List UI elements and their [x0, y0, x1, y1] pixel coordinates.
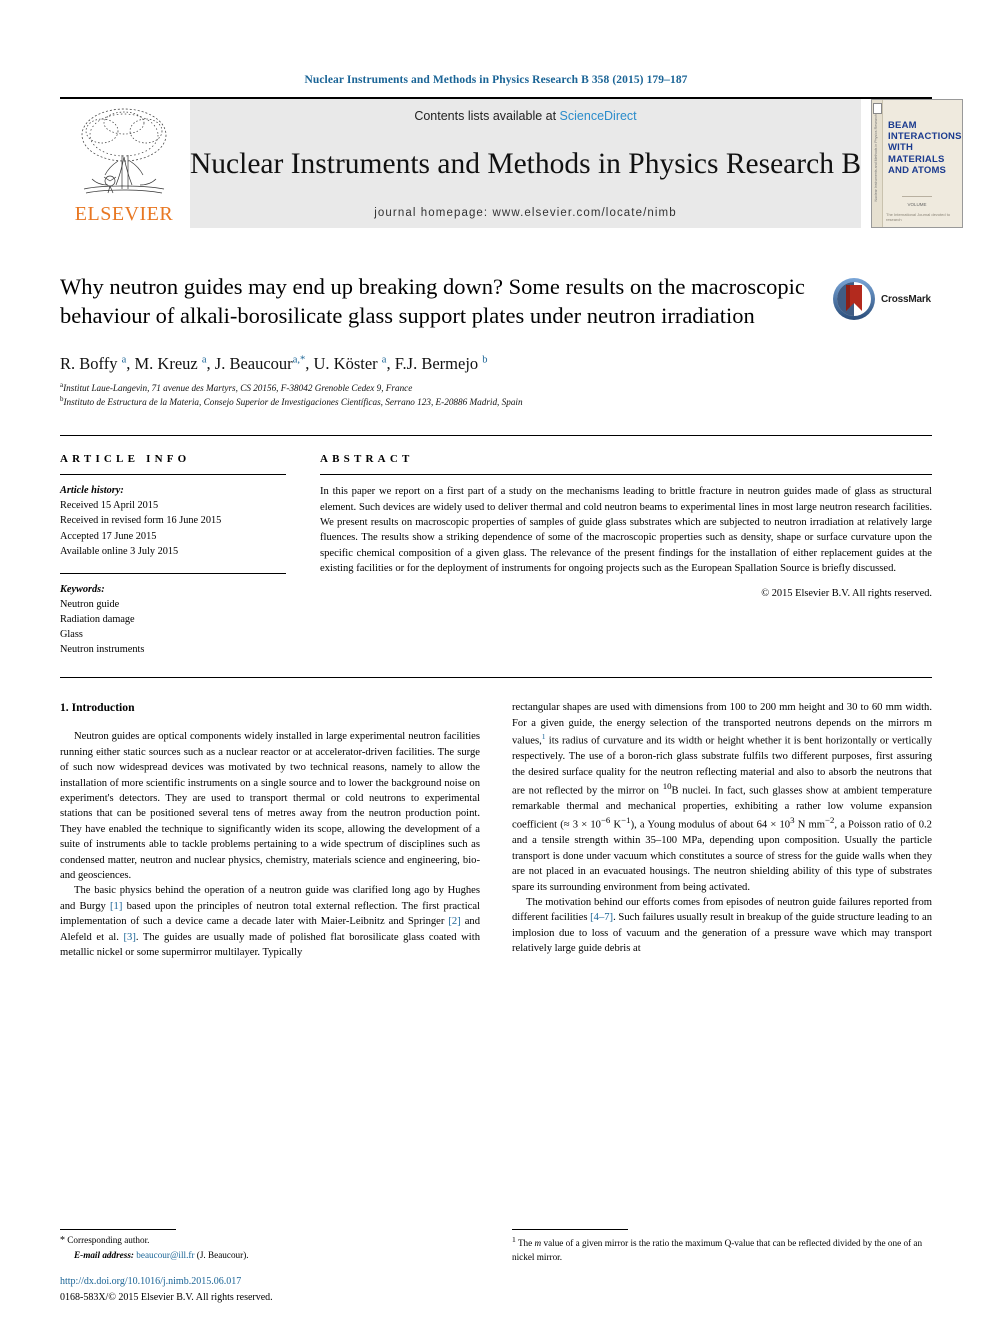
- keyword-item: Neutron guide: [60, 598, 120, 610]
- article-history-group: Article history: Received 15 April 2015 …: [60, 475, 286, 559]
- history-item: Accepted 17 June 2015: [60, 530, 157, 542]
- cover-line-4: MATERIALS: [888, 153, 945, 165]
- journal-cover-thumbnail: Nuclear Instruments and Methods in Physi…: [871, 99, 963, 228]
- masthead-center: Contents lists available at ScienceDirec…: [190, 99, 861, 228]
- cover-footer-text: The International Journal devoted to res…: [886, 212, 951, 222]
- journal-homepage[interactable]: journal homepage: www.elsevier.com/locat…: [374, 207, 676, 219]
- crossmark-icon: [833, 278, 875, 320]
- history-item: Received 15 April 2015: [60, 500, 159, 512]
- cover-line-5: AND ATOMS: [888, 164, 947, 176]
- history-item: Available online 3 July 2015: [60, 545, 179, 557]
- article-history-label: Article history:: [60, 485, 124, 497]
- journal-title: Nuclear Instruments and Methods in Physi…: [190, 148, 861, 181]
- elsevier-logo: ELSEVIER: [60, 99, 188, 228]
- cover-elsevier-mark-icon: [873, 103, 882, 114]
- email-link[interactable]: beaucour@ill.fr: [136, 1250, 194, 1260]
- footnote-rule-left: [60, 1229, 176, 1231]
- keyword-item: Radiation damage: [60, 614, 135, 626]
- page-title: Why neutron guides may end up breaking d…: [60, 274, 805, 329]
- info-abstract-band: ARTICLE INFO Article history: Received 1…: [60, 435, 932, 657]
- contents-prefix: Contents lists available at: [414, 109, 560, 123]
- journal-masthead: ELSEVIER Contents lists available at Sci…: [60, 97, 963, 228]
- footnote-band: * Corresponding author. E-mail address: …: [60, 1229, 932, 1305]
- cover-line-2: INTERACTIONS: [888, 131, 962, 143]
- section-title-introduction: 1. Introduction: [60, 701, 135, 715]
- paper-page: Nuclear Instruments and Methods in Physi…: [0, 0, 992, 1323]
- keyword-item: Glass: [60, 629, 83, 641]
- footnote-marker: 1: [512, 1235, 516, 1245]
- keywords-label: Keywords:: [60, 583, 105, 595]
- email-owner: (J. Beaucour).: [196, 1249, 249, 1260]
- abstract-copyright: © 2015 Elsevier B.V. All rights reserved…: [761, 587, 932, 599]
- title-block: Why neutron guides may end up breaking d…: [60, 272, 932, 331]
- footnote-column-right: 1 The m value of a given mirror is the r…: [512, 1229, 932, 1305]
- email-label: E-mail address:: [74, 1249, 134, 1260]
- abstract-heading: ABSTRACT: [320, 453, 414, 466]
- author-list: R. Boffy a, M. Kreuz a, J. Beaucoura,*, …: [60, 353, 488, 373]
- affiliation-b: bInstituto de Estructura de la Materia, …: [60, 395, 932, 409]
- crossmark-badge[interactable]: CrossMark: [832, 275, 932, 323]
- footnote-column-left: * Corresponding author. E-mail address: …: [60, 1229, 480, 1305]
- article-info-column: ARTICLE INFO Article history: Received 1…: [60, 453, 286, 657]
- corresponding-author-text: Corresponding author.: [67, 1235, 150, 1246]
- cover-divider: [902, 196, 932, 197]
- abstract-column: ABSTRACT In this paper we report on a fi…: [320, 453, 932, 657]
- paragraph: Neutron guides are optical components wi…: [60, 731, 480, 881]
- affiliation-list: aInstitut Laue-Langevin, 71 avenue des M…: [60, 381, 932, 409]
- cover-title-text: BEAM INTERACTIONS WITH MATERIALS AND ATO…: [888, 120, 962, 176]
- cover-line-3: WITH: [888, 142, 914, 154]
- affiliation-text-a: Institut Laue-Langevin, 71 avenue des Ma…: [63, 383, 413, 393]
- keywords-group: Keywords: Neutron guide Radiation damage…: [60, 574, 286, 658]
- article-body: 1. Introduction Neutron guides are optic…: [60, 677, 932, 960]
- running-head: Nuclear Instruments and Methods in Physi…: [304, 74, 688, 86]
- email-note: E-mail address: beaucour@ill.fr (J. Beau…: [60, 1249, 480, 1262]
- doi-link[interactable]: http://dx.doi.org/10.1016/j.nimb.2015.06…: [60, 1276, 480, 1287]
- footnote-rule-right: [512, 1229, 628, 1231]
- paragraph: The motivation behind our efforts comes …: [512, 896, 932, 955]
- history-item: Received in revised form 16 June 2015: [60, 515, 222, 527]
- article-info-heading: ARTICLE INFO: [60, 453, 191, 466]
- footnote-text: The m value of a given mirror is the rat…: [512, 1238, 923, 1262]
- issn-copyright: 0168-583X/© 2015 Elsevier B.V. All right…: [60, 1292, 273, 1303]
- body-column-right: rectangular shapes are used with dimensi…: [512, 700, 932, 960]
- abstract-text: In this paper we report on a first part …: [320, 486, 932, 575]
- corresponding-author-note: * Corresponding author.: [60, 1234, 480, 1249]
- body-column-left: 1. Introduction Neutron guides are optic…: [60, 700, 480, 960]
- footnote-1: 1 The m value of a given mirror is the r…: [512, 1234, 932, 1264]
- cover-line-1: BEAM: [888, 120, 917, 131]
- crossmark-label: CrossMark: [881, 293, 931, 305]
- affiliation-a: aInstitut Laue-Langevin, 71 avenue des M…: [60, 381, 932, 395]
- contents-list-line: Contents lists available at ScienceDirec…: [414, 109, 636, 123]
- paragraph: The basic physics behind the operation o…: [60, 885, 480, 958]
- keyword-item: Neutron instruments: [60, 644, 145, 656]
- cover-volume-label: VOLUME: [907, 202, 927, 207]
- elsevier-tree-icon: [81, 108, 167, 194]
- sciencedirect-link[interactable]: ScienceDirect: [560, 109, 637, 123]
- cover-spine-text: Nuclear Instruments and Methods in Physi…: [874, 113, 878, 202]
- keywords-block: Keywords: Neutron guide Radiation damage…: [60, 572, 286, 658]
- paragraph: rectangular shapes are used with dimensi…: [512, 702, 933, 893]
- affiliation-text-b: Instituto de Estructura de la Materia, C…: [63, 397, 523, 408]
- asterisk-icon: *: [60, 1235, 65, 1247]
- elsevier-wordmark: ELSEVIER: [74, 203, 174, 225]
